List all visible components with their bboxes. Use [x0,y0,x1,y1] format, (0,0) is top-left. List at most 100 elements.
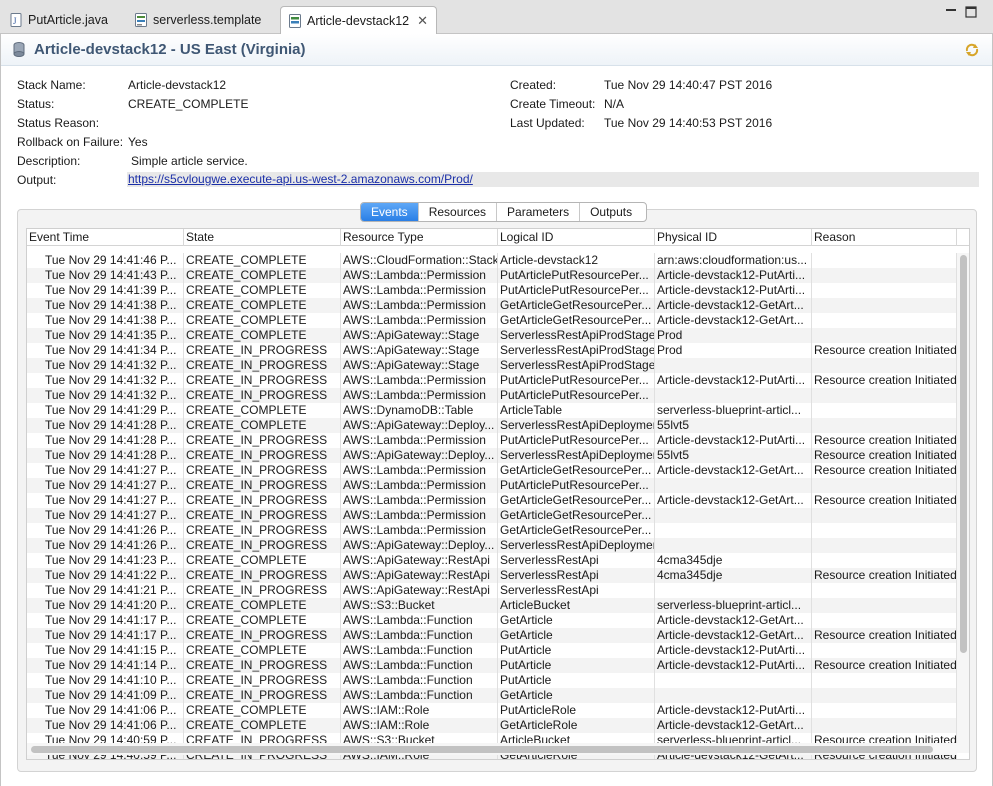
table-row[interactable]: Tue Nov 29 14:41:14 P... CREATE_IN_PROGRE… [27,658,957,673]
table-row[interactable]: Tue Nov 29 14:41:17 P... CREATE_COMPLETE A… [27,613,957,628]
cell-reason [812,523,957,538]
cell-state: CREATE_IN_PROGRESS [184,658,341,673]
table-row[interactable]: Tue Nov 29 14:41:27 P... CREATE_IN_PROGRE… [27,493,957,508]
cell-event-time: Tue Nov 29 14:41:10 P... [27,673,184,688]
cell-resource-type: AWS::ApiGateway::Deploy... [341,448,498,463]
tab-outputs[interactable]: Outputs [580,203,646,221]
cell-physical-id [655,583,812,598]
svg-text:J: J [13,16,17,26]
column-header-logical-id[interactable]: Logical ID [498,229,655,246]
cell-event-time: Tue Nov 29 14:41:28 P... [27,418,184,433]
table-row[interactable]: Tue Nov 29 14:41:22 P... CREATE_IN_PROGRE… [27,568,957,583]
table-row[interactable]: Tue Nov 29 14:41:20 P... CREATE_COMPLETE A… [27,598,957,613]
table-row[interactable]: Tue Nov 29 14:41:27 P... CREATE_IN_PROGRE… [27,463,957,478]
cell-state: CREATE_IN_PROGRESS [184,448,341,463]
cell-event-time: Tue Nov 29 14:41:06 P... [27,703,184,718]
table-row[interactable]: Tue Nov 29 14:41:38 P... CREATE_COMPLETE A… [27,313,957,328]
table-row[interactable]: Tue Nov 29 14:41:10 P... CREATE_IN_PROGRE… [27,673,957,688]
output-link[interactable]: https://s5cvlougwe.execute-api.us-west-2… [128,172,473,186]
table-row[interactable]: Tue Nov 29 14:41:38 P... CREATE_COMPLETE A… [27,298,957,313]
cell-resource-type: AWS::Lambda::Permission [341,523,498,538]
column-header-event-time[interactable]: Event Time [27,229,184,246]
column-header-state[interactable]: State [184,229,341,246]
table-row[interactable]: Tue Nov 29 14:41:26 P... CREATE_IN_PROGRE… [27,538,957,553]
description-label: Description: [17,154,81,168]
cell-reason [812,478,957,493]
cell-state: CREATE_IN_PROGRESS [184,673,341,688]
cell-logical-id: ServerlessRestApi [498,568,655,583]
table-row[interactable]: Tue Nov 29 14:41:43 P... CREATE_COMPLETE A… [27,268,957,283]
table-row[interactable]: Tue Nov 29 14:41:06 P... CREATE_COMPLETE A… [27,718,957,733]
table-row[interactable]: Tue Nov 29 14:41:09 P... CREATE_IN_PROGRE… [27,688,957,703]
stack-header: Article-devstack12 - US East (Virginia) [1,34,992,66]
minimize-icon[interactable] [944,6,958,20]
updated-value: Tue Nov 29 14:40:53 PST 2016 [604,116,773,130]
cell-resource-type: AWS::Lambda::Permission [341,313,498,328]
cell-resource-type: AWS::Lambda::Function [341,643,498,658]
tab-parameters[interactable]: Parameters [497,203,581,221]
cell-physical-id: Article-devstack12-GetArt... [655,613,812,628]
cell-reason [812,358,957,373]
table-row[interactable]: Tue Nov 29 14:41:27 P... CREATE_IN_PROGRE… [27,478,957,493]
cell-state: CREATE_IN_PROGRESS [184,343,341,358]
table-row[interactable]: Tue Nov 29 14:41:46 P... CREATE_COMPLETE A… [27,253,957,268]
cell-physical-id: serverless-blueprint-articl... [655,403,812,418]
close-icon[interactable]: ✕ [417,13,428,29]
table-row[interactable]: Tue Nov 29 14:41:26 P... CREATE_IN_PROGRE… [27,523,957,538]
table-row[interactable]: Tue Nov 29 14:41:27 P... CREATE_IN_PROGRE… [27,508,957,523]
status-reason-label: Status Reason: [17,116,100,130]
table-row[interactable]: Tue Nov 29 14:41:17 P... CREATE_IN_PROGRE… [27,628,957,643]
cell-state: CREATE_COMPLETE [184,253,341,268]
cell-physical-id: 55lvt5 [655,448,812,463]
cell-resource-type: AWS::IAM::Role [341,703,498,718]
table-row[interactable]: Tue Nov 29 14:41:35 P... CREATE_COMPLETE A… [27,328,957,343]
cell-reason [812,268,957,283]
maximize-icon[interactable] [964,6,978,20]
table-row[interactable]: Tue Nov 29 14:41:28 P... CREATE_COMPLETE A… [27,418,957,433]
cell-physical-id: Article-devstack12-PutArti... [655,703,812,718]
tab-article-devstack12[interactable]: Article-devstack12 ✕ [280,6,438,35]
cell-event-time: Tue Nov 29 14:41:17 P... [27,628,184,643]
table-row[interactable]: Tue Nov 29 14:41:32 P... CREATE_IN_PROGRE… [27,373,957,388]
cell-reason [812,538,957,553]
cell-logical-id: PutArticle [498,658,655,673]
horizontal-scrollbar[interactable] [27,743,957,755]
cell-reason [812,643,957,658]
horizontal-scroll-thumb[interactable] [31,746,933,753]
cell-state: CREATE_IN_PROGRESS [184,388,341,403]
stack-name-value: Article-devstack12 [128,78,227,92]
column-header-reason[interactable]: Reason [812,229,957,246]
column-header-physical-id[interactable]: Physical ID [655,229,812,246]
tab-label: serverless.template [153,13,262,27]
tab-resources[interactable]: Resources [419,203,498,221]
cell-reason [812,703,957,718]
table-row[interactable]: Tue Nov 29 14:41:15 P... CREATE_COMPLETE A… [27,643,957,658]
cell-resource-type: AWS::ApiGateway::Deploy... [341,418,498,433]
tab-serverless-template[interactable]: serverless.template [127,6,269,34]
column-header-resource-type[interactable]: Resource Type [341,229,498,246]
table-row[interactable]: Tue Nov 29 14:41:28 P... CREATE_IN_PROGRE… [27,433,957,448]
table-row[interactable]: Tue Nov 29 14:41:28 P... CREATE_IN_PROGRE… [27,448,957,463]
cell-state: CREATE_IN_PROGRESS [184,583,341,598]
cell-resource-type: AWS::Lambda::Permission [341,478,498,493]
table-row[interactable]: Tue Nov 29 14:41:39 P... CREATE_COMPLETE A… [27,283,957,298]
output-label: Output: [17,173,57,187]
table-row[interactable]: Tue Nov 29 14:41:34 P... CREATE_IN_PROGRE… [27,343,957,358]
table-row[interactable]: Tue Nov 29 14:41:21 P... CREATE_IN_PROGRE… [27,583,957,598]
output-field: https://s5cvlougwe.execute-api.us-west-2… [127,172,979,187]
cell-resource-type: AWS::DynamoDB::Table [341,403,498,418]
table-row[interactable]: Tue Nov 29 14:41:06 P... CREATE_COMPLETE A… [27,703,957,718]
cell-reason [812,283,957,298]
cell-logical-id: GetArticleGetResourcePer... [498,508,655,523]
table-row[interactable]: Tue Nov 29 14:41:32 P... CREATE_IN_PROGRE… [27,358,957,373]
cell-event-time: Tue Nov 29 14:41:27 P... [27,508,184,523]
refresh-icon[interactable] [964,42,980,58]
vertical-scroll-thumb[interactable] [960,255,967,653]
table-row[interactable]: Tue Nov 29 14:41:23 P... CREATE_COMPLETE A… [27,553,957,568]
tab-events[interactable]: Events [361,203,419,221]
table-row[interactable]: Tue Nov 29 14:41:32 P... CREATE_IN_PROGRE… [27,388,957,403]
cell-state: CREATE_COMPLETE [184,598,341,613]
tab-putarticle-java[interactable]: J PutArticle.java [2,6,116,34]
vertical-scrollbar[interactable] [957,253,969,753]
table-row[interactable]: Tue Nov 29 14:41:29 P... CREATE_COMPLETE A… [27,403,957,418]
